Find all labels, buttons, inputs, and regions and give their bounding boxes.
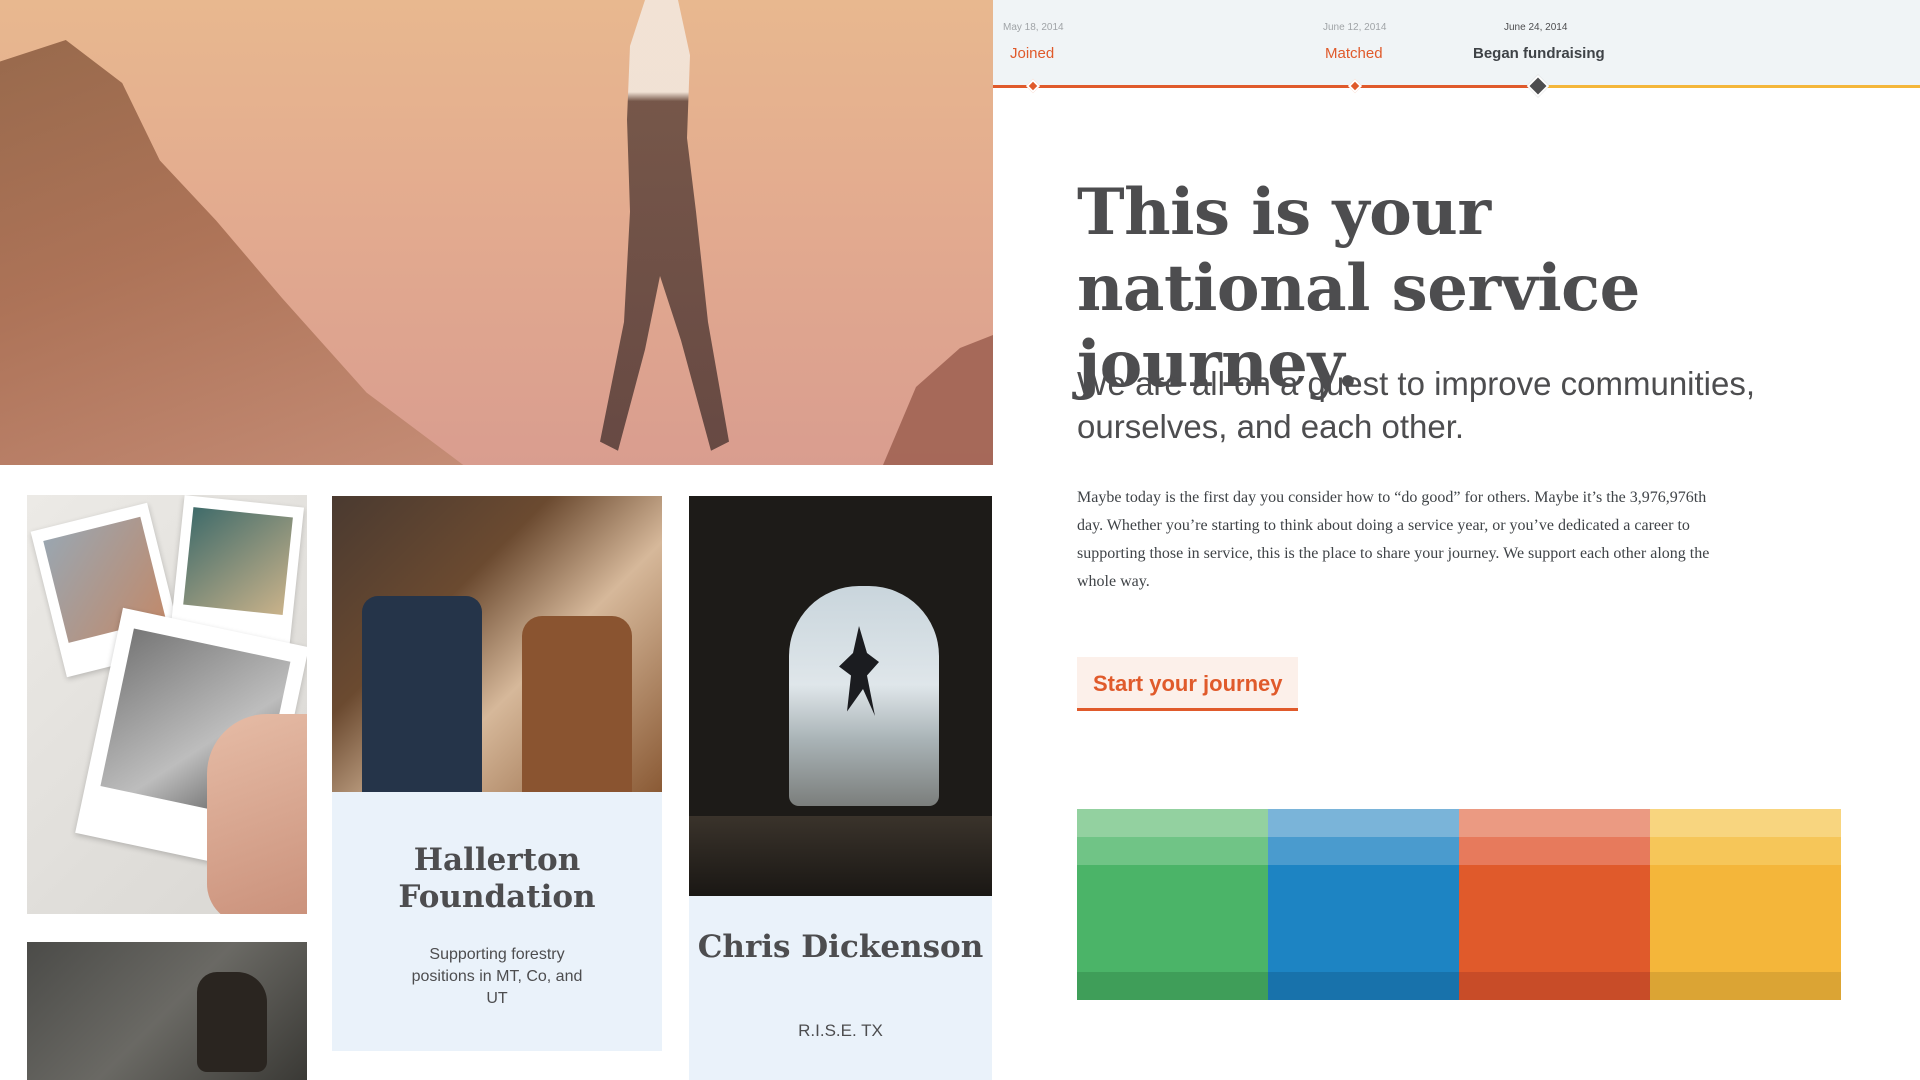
swatch-green-shade	[1077, 809, 1268, 837]
start-journey-button[interactable]: Start your journey	[1077, 657, 1299, 711]
swatch-blue	[1268, 809, 1459, 1000]
color-palette	[1077, 809, 1841, 1000]
polaroids-photo-card[interactable]	[27, 495, 307, 914]
hallerton-card-title: Hallerton Foundation	[398, 842, 596, 915]
swatch-yellow-shade	[1650, 972, 1841, 1000]
chris-card-subtitle: R.I.S.E. TX	[798, 1021, 883, 1040]
intro-paragraph: Maybe today is the first day you conside…	[1077, 489, 1710, 590]
hero-hiker-figure	[600, 0, 729, 451]
hero-rock-shape	[883, 335, 993, 465]
timeline-step-date: June 24, 2014	[1504, 22, 1568, 33]
timeline-step-began-fundraising[interactable]: Began fundraising	[1473, 45, 1605, 62]
swatch-yellow	[1650, 809, 1841, 1000]
swatch-green	[1077, 809, 1268, 1000]
swatch-yellow-shade	[1650, 865, 1841, 972]
swatch-orange	[1459, 809, 1650, 1000]
apron-shape	[522, 616, 632, 792]
timeline-step-date: May 18, 2014	[1003, 22, 1064, 33]
swatch-orange-shade	[1459, 809, 1650, 837]
swatch-green-shade	[1077, 972, 1268, 1000]
apron-shape	[362, 596, 482, 792]
swatch-green-shade	[1077, 865, 1268, 972]
chris-dickenson-card[interactable]: Chris Dickenson R.I.S.E. TX	[689, 496, 992, 1080]
hallerton-card-photo	[332, 496, 662, 792]
boot-lacing-photo-card[interactable]	[27, 942, 307, 1080]
hero-photo-hiker	[0, 0, 993, 465]
hand-shape	[207, 714, 307, 914]
hero-cliff-shape	[0, 40, 470, 465]
page-subhead: We are all on a quest to improve communi…	[1077, 365, 1756, 445]
swatch-orange-shade	[1459, 972, 1650, 1000]
cave-arch-shape	[789, 586, 939, 806]
swatch-blue-shade	[1268, 865, 1459, 972]
swatch-yellow-shade	[1650, 837, 1841, 865]
timeline-progress-line	[993, 85, 1538, 88]
timeline-step-date: June 12, 2014	[1323, 22, 1387, 33]
timeline-upcoming-line	[1538, 85, 1920, 88]
hallerton-card-subtitle: Supporting forestry positions in MT, Co,…	[411, 946, 583, 1007]
chris-card-photo	[689, 496, 992, 896]
journey-timeline	[993, 0, 1920, 86]
swatch-yellow-shade	[1650, 809, 1841, 837]
chris-card-title: Chris Dickenson	[697, 929, 984, 965]
swatch-blue-shade	[1268, 837, 1459, 865]
swatch-orange-shade	[1459, 865, 1650, 972]
swatch-orange-shade	[1459, 837, 1650, 865]
cave-floor-shape	[689, 816, 992, 896]
timeline-step-matched[interactable]: Matched	[1325, 45, 1383, 62]
timeline-step-joined[interactable]: Joined	[1010, 45, 1054, 62]
boot-shape	[197, 972, 267, 1072]
hallerton-foundation-card[interactable]: Hallerton Foundation Supporting forestry…	[332, 496, 662, 1051]
swatch-blue-shade	[1268, 809, 1459, 837]
swatch-blue-shade	[1268, 972, 1459, 1000]
swatch-green-shade	[1077, 837, 1268, 865]
